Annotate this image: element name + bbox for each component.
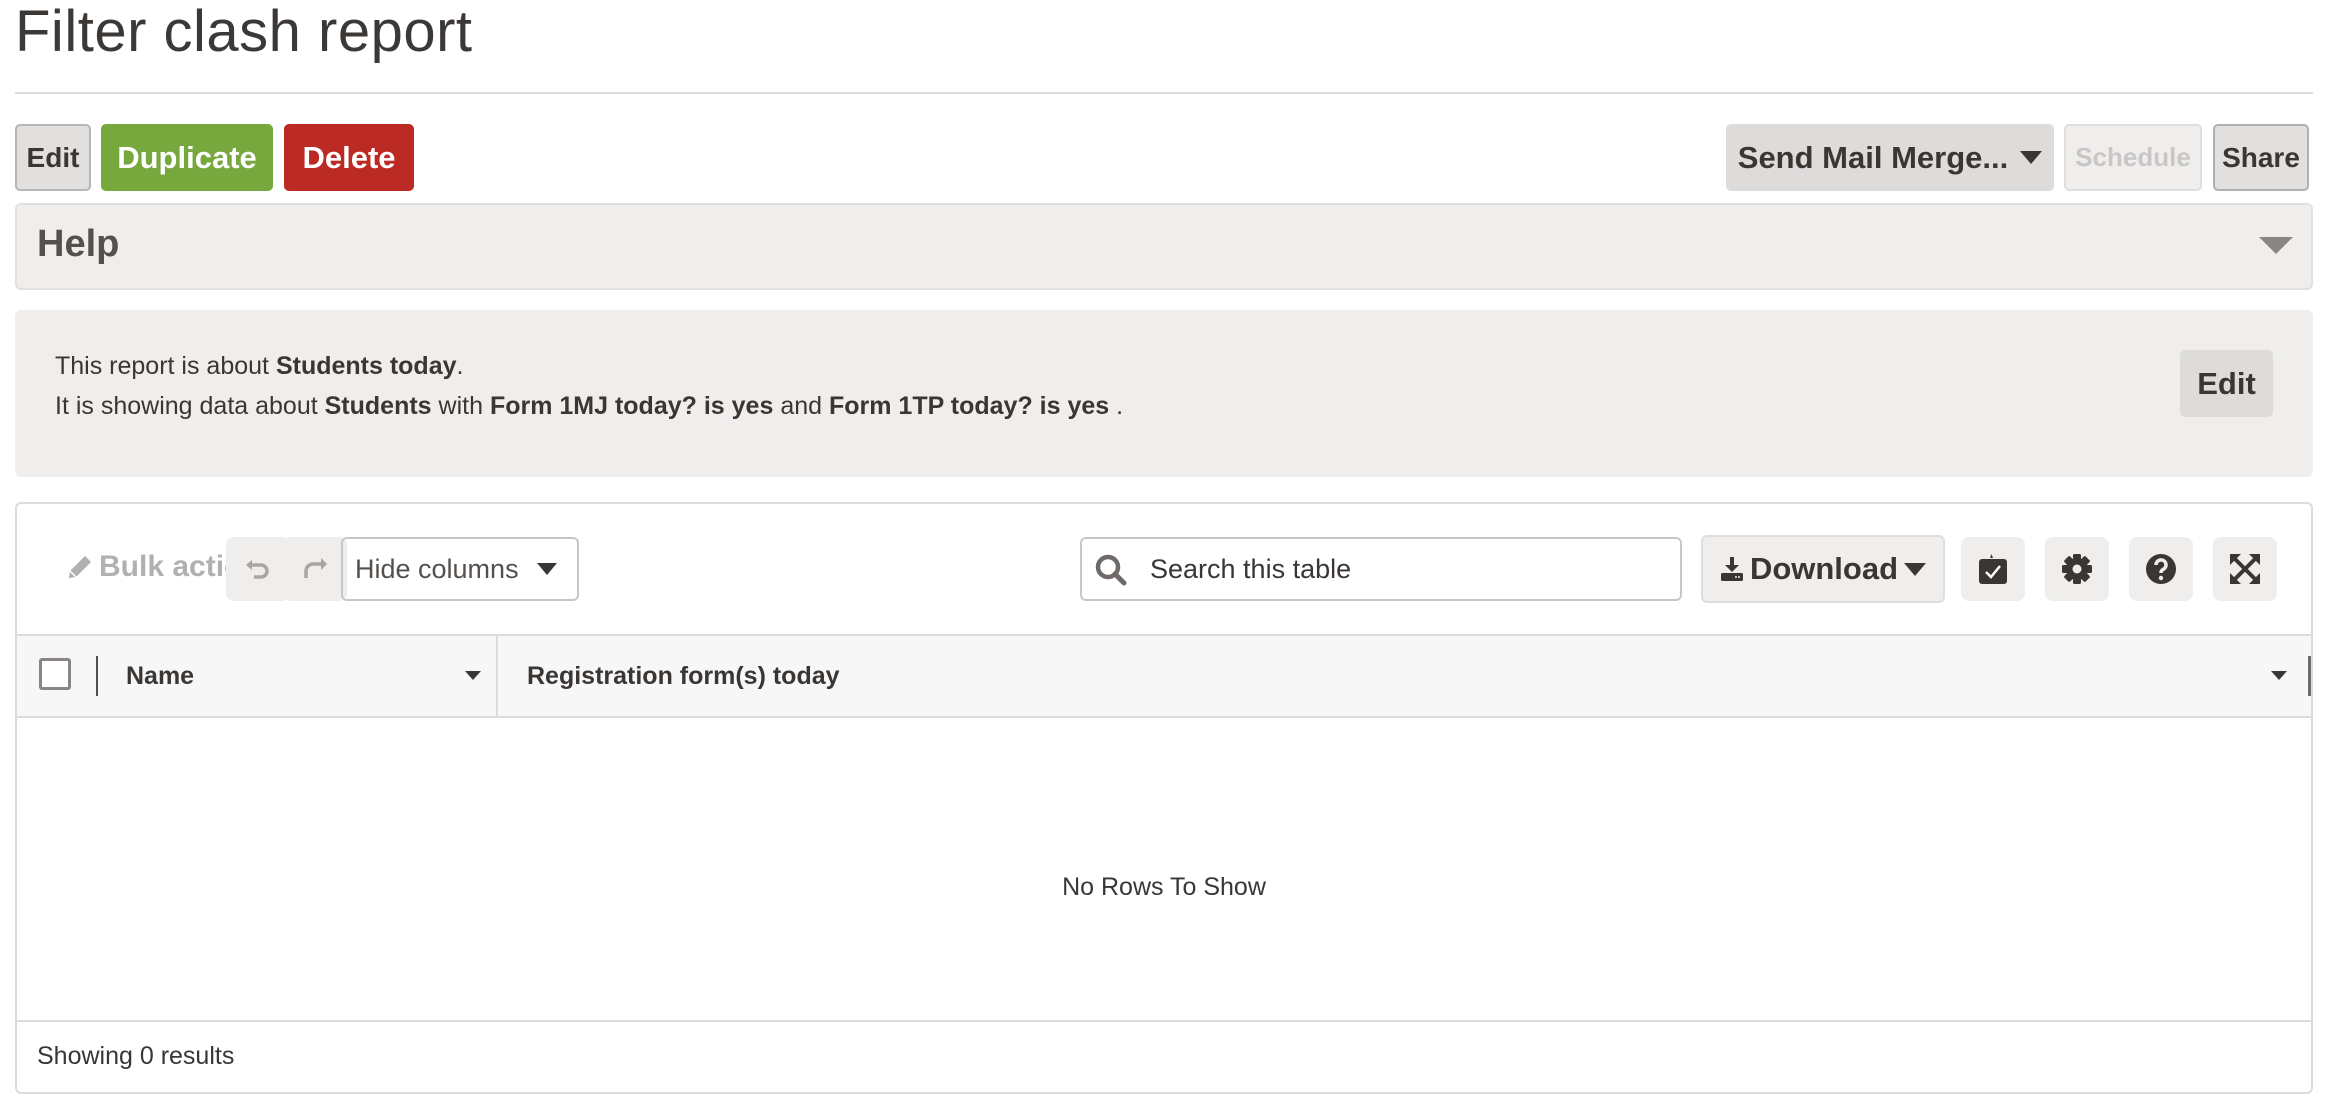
expand-arrows-icon bbox=[2230, 554, 2260, 584]
download-icon bbox=[1720, 557, 1743, 581]
report-filter-line: It is showing data about Students with F… bbox=[55, 392, 1123, 421]
send-mail-merge-button[interactable]: Send Mail Merge... bbox=[1726, 124, 2054, 191]
report-entity: Students bbox=[324, 392, 432, 420]
download-label: Download bbox=[1749, 551, 1899, 586]
settings-button[interactable] bbox=[2045, 537, 2109, 601]
delete-button[interactable]: Delete bbox=[284, 124, 414, 191]
share-button[interactable]: Share bbox=[2213, 124, 2309, 191]
hide-columns-label: Hide columns bbox=[355, 553, 519, 584]
bulk-edit-button[interactable] bbox=[1961, 537, 2025, 601]
text: This report is about bbox=[55, 352, 276, 380]
filter-condition: Form 1TP today? is yes bbox=[828, 392, 1110, 420]
help-button[interactable] bbox=[2129, 537, 2193, 601]
search-input[interactable] bbox=[1150, 539, 1670, 599]
table-body: No Rows To Show bbox=[17, 718, 2311, 1020]
results-count: Showing 0 results bbox=[37, 1042, 235, 1070]
table-toolbar: Bulk action Hide columns Search this tab… bbox=[17, 504, 2311, 634]
pencil-icon bbox=[69, 556, 91, 578]
calendar-check-icon bbox=[1979, 554, 2007, 584]
report-table-panel: Bulk action Hide columns Search this tab… bbox=[15, 502, 2313, 1094]
redo-button[interactable] bbox=[283, 537, 347, 601]
undo-icon bbox=[246, 560, 269, 579]
table-footer: Showing 0 results bbox=[17, 1020, 2311, 1092]
caret-down-icon bbox=[2020, 151, 2043, 164]
text: . bbox=[1109, 392, 1124, 420]
edit-report-button[interactable]: Edit bbox=[15, 124, 91, 191]
gear-icon bbox=[2062, 554, 2092, 584]
report-description-panel: This report is about Students today. It … bbox=[15, 310, 2313, 477]
duplicate-button[interactable]: Duplicate bbox=[101, 124, 273, 191]
text: It is showing data about bbox=[55, 392, 325, 420]
table-header: Name Registration form(s) today bbox=[17, 634, 2311, 718]
empty-table-message: No Rows To Show bbox=[1062, 873, 1266, 901]
edit-filters-button[interactable]: Edit bbox=[2180, 350, 2273, 417]
help-panel-title: Help bbox=[37, 223, 120, 265]
text: . bbox=[456, 352, 464, 380]
hide-columns-dropdown[interactable]: Hide columns bbox=[341, 537, 579, 601]
select-all-checkbox[interactable] bbox=[39, 658, 71, 690]
search-icon bbox=[1095, 554, 1127, 586]
question-circle-icon bbox=[2146, 554, 2176, 584]
column-divider bbox=[96, 656, 98, 696]
chevron-down-icon[interactable] bbox=[2259, 237, 2293, 254]
column-header-name[interactable]: Name bbox=[126, 636, 194, 716]
title-divider bbox=[15, 92, 2313, 94]
caret-down-icon bbox=[1904, 562, 1927, 576]
redo-icon bbox=[304, 558, 327, 578]
column-resize-handle[interactable] bbox=[2308, 656, 2311, 696]
column-menu-icon[interactable] bbox=[2271, 671, 2287, 680]
text: with bbox=[431, 392, 490, 420]
fullscreen-button[interactable] bbox=[2213, 537, 2277, 601]
help-panel[interactable]: Help bbox=[15, 203, 2313, 290]
send-mail-merge-label: Send Mail Merge... bbox=[1737, 139, 2009, 175]
report-subject: Students today bbox=[275, 352, 457, 380]
download-button[interactable]: Download bbox=[1701, 535, 1945, 603]
column-divider[interactable] bbox=[496, 636, 498, 716]
column-header-registration[interactable]: Registration form(s) today bbox=[527, 636, 840, 716]
search-box[interactable] bbox=[1080, 537, 1682, 601]
page-title: Filter clash report bbox=[15, 0, 473, 64]
caret-down-icon bbox=[537, 563, 557, 575]
text: and bbox=[773, 392, 829, 420]
undo-button[interactable] bbox=[226, 537, 290, 601]
filter-condition: Form 1MJ today? is yes bbox=[489, 392, 774, 420]
report-subject-line: This report is about Students today. bbox=[55, 352, 463, 381]
schedule-button[interactable]: Schedule bbox=[2064, 124, 2202, 191]
column-menu-icon[interactable] bbox=[465, 671, 481, 680]
